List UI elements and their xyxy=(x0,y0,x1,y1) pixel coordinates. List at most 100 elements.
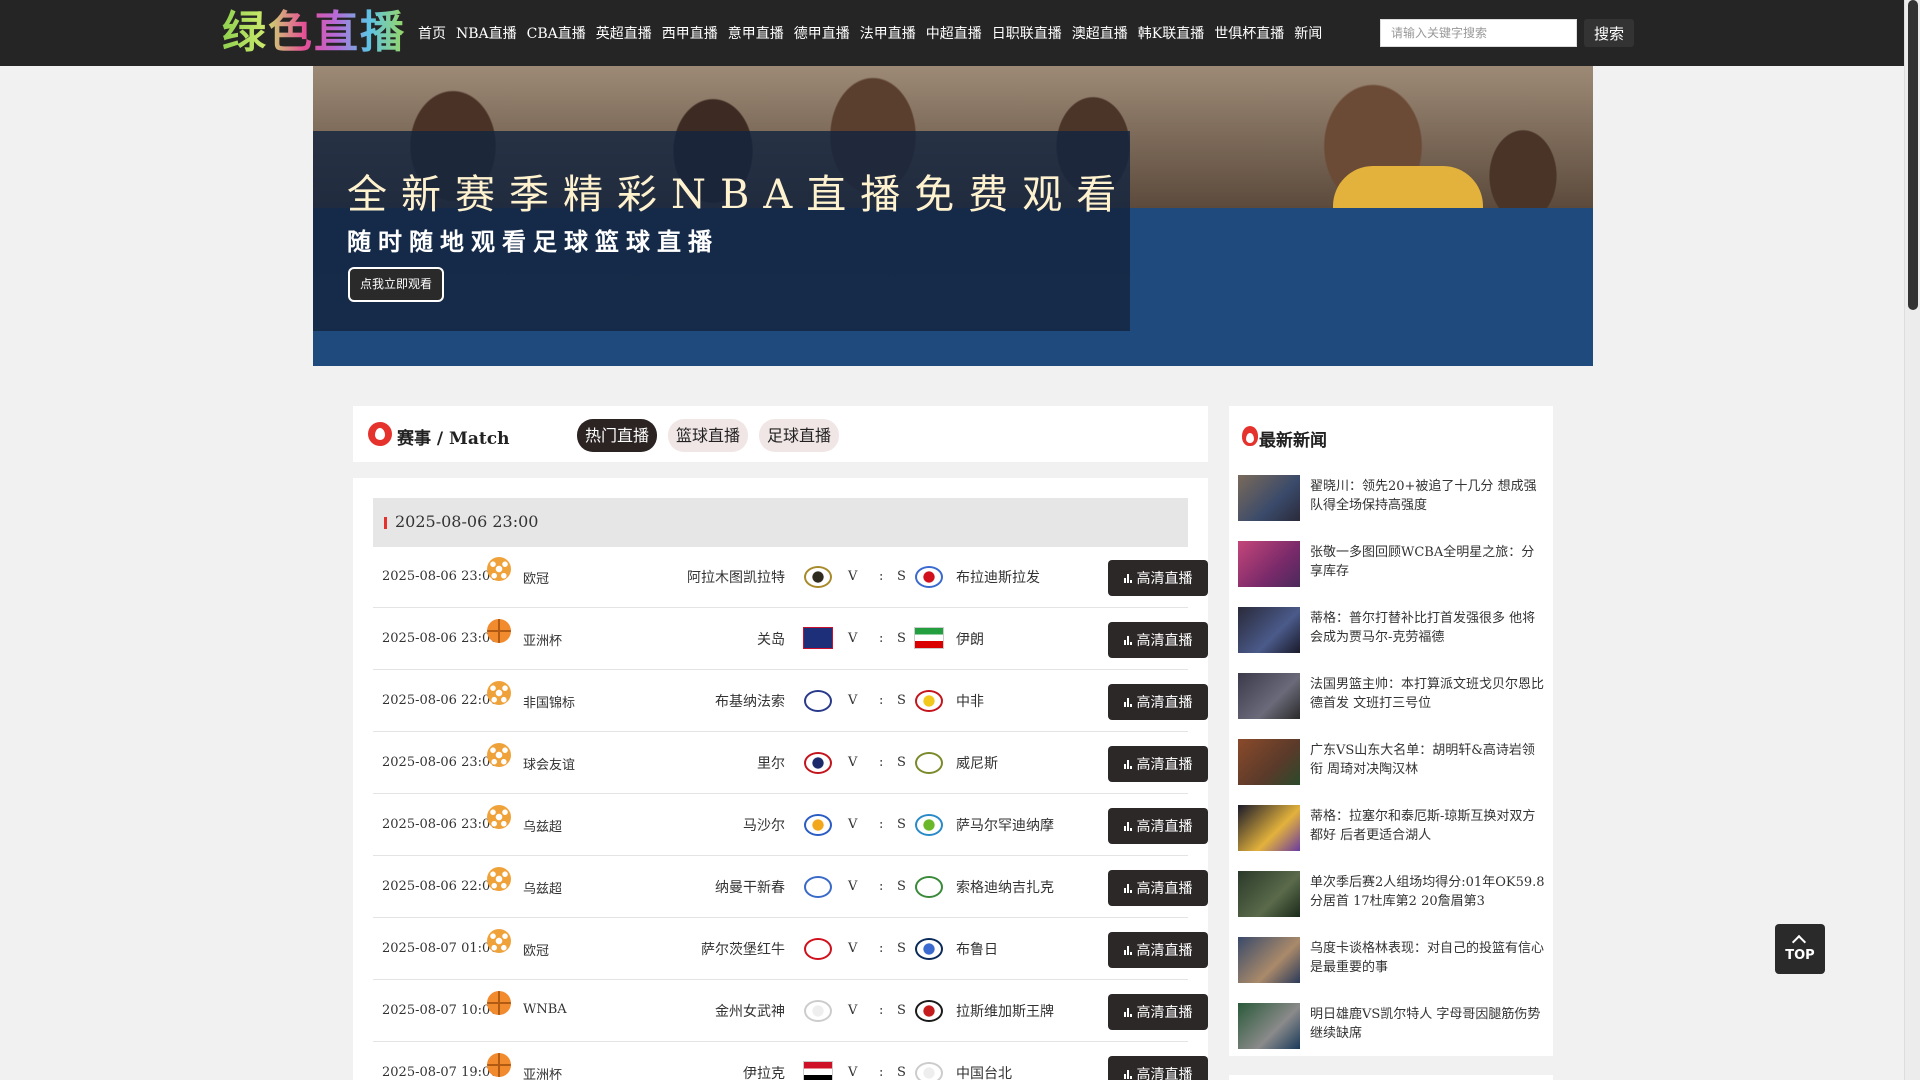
nav-k-league[interactable]: 韩K联直播 xyxy=(1138,23,1204,43)
match-row[interactable]: 2025-08-06 23:00 球会友谊 里尔 V: S 威尼斯 高清直播 xyxy=(373,733,1208,794)
match-row[interactable]: 2025-08-06 23:00 乌兹超 马沙尔 V: S 萨马尔罕迪纳摩 高清直播 xyxy=(373,795,1208,856)
nav-news[interactable]: 新闻 xyxy=(1294,23,1322,43)
hd-live-button[interactable]: 高清直播 xyxy=(1108,684,1208,720)
hd-live-button[interactable]: 高清直播 xyxy=(1108,622,1208,658)
nav-j-league[interactable]: 日职联直播 xyxy=(992,23,1062,43)
tab-hot-live[interactable]: 热门直播 xyxy=(577,419,658,452)
hd-live-button[interactable]: 高清直播 xyxy=(1108,746,1208,782)
hd-live-button[interactable]: 高清直播 xyxy=(1108,932,1208,968)
football-icon xyxy=(487,929,511,953)
news-thumbnail[interactable] xyxy=(1238,541,1300,587)
nav-ligue-1[interactable]: 法甲直播 xyxy=(860,23,916,43)
nav-club-world-cup[interactable]: 世俱杯直播 xyxy=(1214,23,1284,43)
home-team: 马沙尔 xyxy=(743,818,785,834)
match-time: 2025-08-07 10:00 xyxy=(382,1003,499,1018)
news-headline[interactable]: 法国男篮主帅：本打算派文班戈贝尔恩比德首发 文班打三号位 xyxy=(1310,675,1545,713)
versus-v: V xyxy=(848,693,858,708)
news-item[interactable]: 法国男篮主帅：本打算派文班戈贝尔恩比德首发 文班打三号位 xyxy=(1238,671,1548,719)
home-team-logo xyxy=(804,566,832,588)
tab-football-live[interactable]: 足球直播 xyxy=(759,419,840,452)
news-headline[interactable]: 乌度卡谈格林表现：对自己的投篮有信心是最重要的事 xyxy=(1310,939,1545,977)
page-scrollbar[interactable] xyxy=(1904,0,1920,1080)
match-row[interactable]: 2025-08-06 22:00 非国锦标 布基纳法索 V: S 中非 高清直播 xyxy=(373,671,1208,732)
hd-live-label: 高清直播 xyxy=(1136,696,1193,711)
tab-basketball-live[interactable]: 篮球直播 xyxy=(668,419,749,452)
nav-nba[interactable]: NBA直播 xyxy=(456,23,517,43)
home-team-logo xyxy=(803,627,833,649)
news-headline[interactable]: 明日雄鹿VS凯尔特人 字母哥因腿筋伤势继续缺席 xyxy=(1310,1005,1545,1043)
versus-v: V xyxy=(848,817,858,832)
nav-csl[interactable]: 中超直播 xyxy=(926,23,982,43)
news-headline[interactable]: 单次季后赛2人组场均得分:01年OK59.8分居首 17杜库第2 20詹眉第3 xyxy=(1310,873,1545,911)
news-item[interactable]: 明日雄鹿VS凯尔特人 字母哥因腿筋伤势继续缺席 xyxy=(1238,1001,1548,1049)
hd-live-button[interactable]: 高清直播 xyxy=(1108,994,1208,1030)
search-button[interactable]: 搜索 xyxy=(1584,19,1634,47)
news-thumbnail[interactable] xyxy=(1238,739,1300,785)
nav-bundesliga[interactable]: 德甲直播 xyxy=(794,23,850,43)
banner-headline: 全新赛季精彩NBA直播免费观看 xyxy=(347,172,1131,218)
league-name: 欧冠 xyxy=(523,572,550,587)
news-thumbnail[interactable] xyxy=(1238,937,1300,983)
banner-bottom-strip xyxy=(313,331,1130,366)
match-row[interactable]: 2025-08-07 10:00 WNBA 金州女武神 V: S 拉斯维加斯王牌 高清直播 xyxy=(373,981,1208,1042)
match-time: 2025-08-06 23:00 xyxy=(382,817,499,832)
back-to-top-button[interactable]: TOP xyxy=(1775,924,1825,974)
match-row[interactable]: 2025-08-07 19:00 亚洲杯 伊拉克 V: S 中国台北 高清直播 xyxy=(373,1043,1208,1080)
nav-home[interactable]: 首页 xyxy=(418,23,446,43)
news-item[interactable]: 广东VS山东大名单：胡明轩&高诗岩领衔 周琦对决陶汉林 xyxy=(1238,737,1548,785)
home-team: 关岛 xyxy=(757,632,785,648)
nav-la-liga[interactable]: 西甲直播 xyxy=(662,23,718,43)
basketball-icon xyxy=(487,991,511,1015)
news-thumbnail[interactable] xyxy=(1238,1003,1300,1049)
nav-cba[interactable]: CBA直播 xyxy=(527,23,586,43)
versus-v: V xyxy=(848,569,858,584)
signal-bars-icon xyxy=(1123,1069,1133,1079)
news-thumbnail[interactable] xyxy=(1238,607,1300,653)
news-thumbnail[interactable] xyxy=(1238,673,1300,719)
away-team-logo-wrap xyxy=(914,999,944,1023)
home-team: 伊拉克 xyxy=(743,1066,785,1080)
news-headline[interactable]: 张敬一多图回顾WCBA全明星之旅：分享库存 xyxy=(1310,543,1545,581)
search-input[interactable] xyxy=(1380,19,1577,47)
hd-live-button[interactable]: 高清直播 xyxy=(1108,560,1208,596)
news-item[interactable]: 蒂格：普尔打替补比打首发强很多 他将会成为贾马尔-克劳福德 xyxy=(1238,605,1548,653)
news-thumbnail[interactable] xyxy=(1238,871,1300,917)
news-item[interactable]: 单次季后赛2人组场均得分:01年OK59.8分居首 17杜库第2 20詹眉第3 xyxy=(1238,869,1548,917)
match-list-panel: 2025-08-06 23:00 2025-08-06 23:00 欧冠 阿拉木图凯… xyxy=(353,478,1208,1080)
nav-a-league[interactable]: 澳超直播 xyxy=(1072,23,1128,43)
home-team: 纳曼干新春 xyxy=(715,880,785,896)
nav-serie-a[interactable]: 意甲直播 xyxy=(728,23,784,43)
football-icon xyxy=(487,557,511,581)
hd-live-button[interactable]: 高清直播 xyxy=(1108,808,1208,844)
score-colon: : xyxy=(879,569,884,584)
home-team-logo xyxy=(804,752,832,774)
nav-premier-league[interactable]: 英超直播 xyxy=(596,23,652,43)
news-headline[interactable]: 翟晓川：领先20+被追了十几分 想成强队得全场保持高强度 xyxy=(1310,477,1545,515)
news-item[interactable]: 蒂格：拉塞尔和泰厄斯-琼斯互换对双方都好 后者更适合湖人 xyxy=(1238,803,1548,851)
football-icon xyxy=(487,743,511,767)
news-thumbnail[interactable] xyxy=(1238,805,1300,851)
watch-now-button[interactable]: 点我立即观看 xyxy=(348,267,445,302)
news-item[interactable]: 张敬一多图回顾WCBA全明星之旅：分享库存 xyxy=(1238,539,1548,587)
news-item[interactable]: 翟晓川：领先20+被追了十几分 想成强队得全场保持高强度 xyxy=(1238,473,1548,521)
match-row[interactable]: 2025-08-06 22:00 乌兹超 纳曼干新春 V: S 索格迪纳吉扎克 高清直播 xyxy=(373,857,1208,918)
hd-live-button[interactable]: 高清直播 xyxy=(1108,870,1208,906)
hero-banner[interactable]: 全新赛季精彩NBA直播免费观看 随时随地观看足球篮球直播 点我立即观看 xyxy=(313,66,1593,366)
match-row[interactable]: 2025-08-06 23:00 欧冠 阿拉木图凯拉特 V: S 布拉迪斯拉发 高清直播 xyxy=(373,547,1208,608)
match-row[interactable]: 2025-08-07 01:00 欧冠 萨尔茨堡红牛 V: S 布鲁日 高清直播 xyxy=(373,919,1208,980)
news-thumbnail[interactable] xyxy=(1238,475,1300,521)
match-time: 2025-08-06 23:00 xyxy=(382,631,499,646)
news-headline[interactable]: 蒂格：拉塞尔和泰厄斯-琼斯互换对双方都好 后者更适合湖人 xyxy=(1310,807,1545,845)
news-item[interactable]: 乌度卡谈格林表现：对自己的投篮有信心是最重要的事 xyxy=(1238,935,1548,983)
league-name: 亚洲杯 xyxy=(523,634,563,649)
site-logo[interactable]: 绿色直播 xyxy=(222,9,406,57)
home-team-logo-wrap xyxy=(803,813,833,837)
league-name: 非国锦标 xyxy=(523,696,576,711)
scrollbar-thumb[interactable] xyxy=(1908,0,1918,310)
news-headline[interactable]: 蒂格：普尔打替补比打首发强很多 他将会成为贾马尔-克劳福德 xyxy=(1310,609,1545,647)
away-team-logo-wrap xyxy=(914,937,944,961)
match-row[interactable]: 2025-08-06 23:00 亚洲杯 关岛 V: S 伊朗 高清直播 xyxy=(373,609,1208,670)
hd-live-button[interactable]: 高清直播 xyxy=(1108,1056,1208,1080)
match-time: 2025-08-07 19:00 xyxy=(382,1065,499,1080)
news-headline[interactable]: 广东VS山东大名单：胡明轩&高诗岩领衔 周琦对决陶汉林 xyxy=(1310,741,1545,779)
